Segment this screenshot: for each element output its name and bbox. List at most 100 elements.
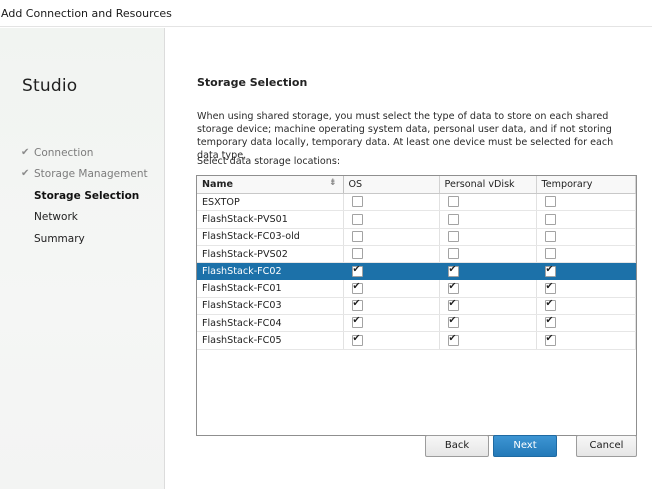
app-name: Studio <box>22 76 78 96</box>
os-cell <box>343 262 440 281</box>
temporary-checkbox[interactable] <box>544 230 556 242</box>
os-checkbox[interactable] <box>351 298 363 312</box>
os-checkbox[interactable] <box>351 230 363 242</box>
step-label: Storage Selection <box>34 189 140 202</box>
step-storage-selection: Storage Selection <box>21 185 148 207</box>
personal-vdisk-cell <box>439 193 537 212</box>
personal-vdisk-checkbox[interactable] <box>447 281 459 294</box>
step-storage-management[interactable]: ✔ Storage Management <box>21 164 148 186</box>
personal-vdisk-cell <box>439 228 537 246</box>
storage-name-cell: FlashStack-PVS01 <box>197 210 344 229</box>
personal-vdisk-checkbox[interactable] <box>447 315 459 329</box>
next-button[interactable]: Next <box>493 435 557 457</box>
back-button[interactable]: Back <box>425 435 489 457</box>
os-checkbox[interactable] <box>351 248 363 260</box>
wizard-content: Storage Selection When using shared stor… <box>165 28 652 489</box>
checkmark-icon: ✔ <box>21 168 30 180</box>
temporary-checkbox[interactable] <box>544 213 556 225</box>
step-label: Storage Management <box>34 168 148 181</box>
personal-vdisk-cell <box>439 314 537 333</box>
personal-vdisk-cell <box>439 279 537 298</box>
column-header-name[interactable]: Name ⇟ <box>197 176 344 194</box>
temporary-cell <box>536 297 636 316</box>
table-row[interactable]: FlashStack-FC03-old <box>197 228 636 246</box>
select-storage-label: Select data storage locations: <box>197 156 341 167</box>
page-title: Storage Selection <box>197 76 308 89</box>
checkmark-icon: ✔ <box>21 146 30 158</box>
personal-vdisk-checkbox[interactable] <box>447 230 459 242</box>
personal-vdisk-checkbox[interactable] <box>447 248 459 260</box>
table-header-row: Name ⇟ OS Personal vDisk Temporary <box>197 176 636 194</box>
temporary-cell <box>536 245 636 264</box>
wizard-sidebar: Studio ✔ Connection ✔ Storage Management… <box>0 28 165 489</box>
step-network: Network <box>21 207 148 229</box>
temporary-checkbox[interactable] <box>544 333 556 346</box>
temporary-cell <box>536 193 636 212</box>
temporary-cell <box>536 314 636 333</box>
os-cell <box>343 193 440 212</box>
personal-vdisk-checkbox[interactable] <box>447 264 459 277</box>
temporary-cell <box>536 279 636 298</box>
storage-name-cell: FlashStack-FC05 <box>197 331 344 350</box>
temporary-checkbox[interactable] <box>544 196 556 208</box>
step-label: Connection <box>34 146 94 159</box>
os-cell <box>343 245 440 264</box>
temporary-checkbox[interactable] <box>544 264 556 277</box>
os-cell <box>343 297 440 316</box>
sort-icon: ⇟ <box>328 178 337 188</box>
step-label: Summary <box>34 232 85 245</box>
table-row[interactable]: FlashStack-FC03 <box>197 297 636 316</box>
table-row[interactable]: FlashStack-FC01 <box>197 279 636 298</box>
personal-vdisk-checkbox[interactable] <box>447 196 459 208</box>
table-row[interactable]: FlashStack-FC04 <box>197 314 636 333</box>
os-cell <box>343 331 440 350</box>
os-cell <box>343 279 440 298</box>
table-row[interactable]: FlashStack-PVS01 <box>197 210 636 229</box>
temporary-cell <box>536 210 636 229</box>
os-checkbox[interactable] <box>351 281 363 294</box>
step-label: Network <box>34 211 78 224</box>
storage-name-cell: FlashStack-PVS02 <box>197 245 344 264</box>
personal-vdisk-checkbox[interactable] <box>447 213 459 225</box>
storage-name-cell: FlashStack-FC01 <box>197 279 344 298</box>
temporary-checkbox[interactable] <box>544 281 556 294</box>
os-checkbox[interactable] <box>351 213 363 225</box>
table-row[interactable]: FlashStack-PVS02 <box>197 245 636 264</box>
temporary-checkbox[interactable] <box>544 315 556 329</box>
os-cell <box>343 228 440 246</box>
storage-name-cell: FlashStack-FC02 <box>197 262 344 281</box>
window-title: Add Connection and Resources <box>0 0 652 27</box>
personal-vdisk-cell <box>439 245 537 264</box>
personal-vdisk-cell <box>439 297 537 316</box>
column-header-temporary[interactable]: Temporary <box>536 176 636 194</box>
personal-vdisk-cell <box>439 331 537 350</box>
step-summary: Summary <box>21 228 148 250</box>
personal-vdisk-checkbox[interactable] <box>447 298 459 312</box>
column-header-personal-vdisk[interactable]: Personal vDisk <box>439 176 537 194</box>
os-cell <box>343 314 440 333</box>
storage-name-cell: FlashStack-FC03 <box>197 297 344 316</box>
os-cell <box>343 210 440 229</box>
storage-table[interactable]: Name ⇟ OS Personal vDisk Temporary ESXTO… <box>196 175 637 436</box>
personal-vdisk-cell <box>439 210 537 229</box>
column-header-os[interactable]: OS <box>343 176 440 194</box>
temporary-cell <box>536 331 636 350</box>
os-checkbox[interactable] <box>351 264 363 277</box>
temporary-checkbox[interactable] <box>544 298 556 312</box>
wizard-steps: ✔ Connection ✔ Storage Management Storag… <box>21 142 148 250</box>
table-row[interactable]: FlashStack-FC02 <box>197 262 636 281</box>
temporary-cell <box>536 262 636 281</box>
storage-name-cell: FlashStack-FC03-old <box>197 228 344 246</box>
storage-name-cell: FlashStack-FC04 <box>197 314 344 333</box>
personal-vdisk-cell <box>439 262 537 281</box>
os-checkbox[interactable] <box>351 333 363 346</box>
step-connection[interactable]: ✔ Connection <box>21 142 148 164</box>
temporary-checkbox[interactable] <box>544 248 556 260</box>
os-checkbox[interactable] <box>351 315 363 329</box>
os-checkbox[interactable] <box>351 196 363 208</box>
personal-vdisk-checkbox[interactable] <box>447 333 459 346</box>
storage-name-cell: ESXTOP <box>197 193 344 212</box>
table-row[interactable]: FlashStack-FC05 <box>197 331 636 350</box>
table-row[interactable]: ESXTOP <box>197 193 636 212</box>
cancel-button[interactable]: Cancel <box>576 435 637 457</box>
